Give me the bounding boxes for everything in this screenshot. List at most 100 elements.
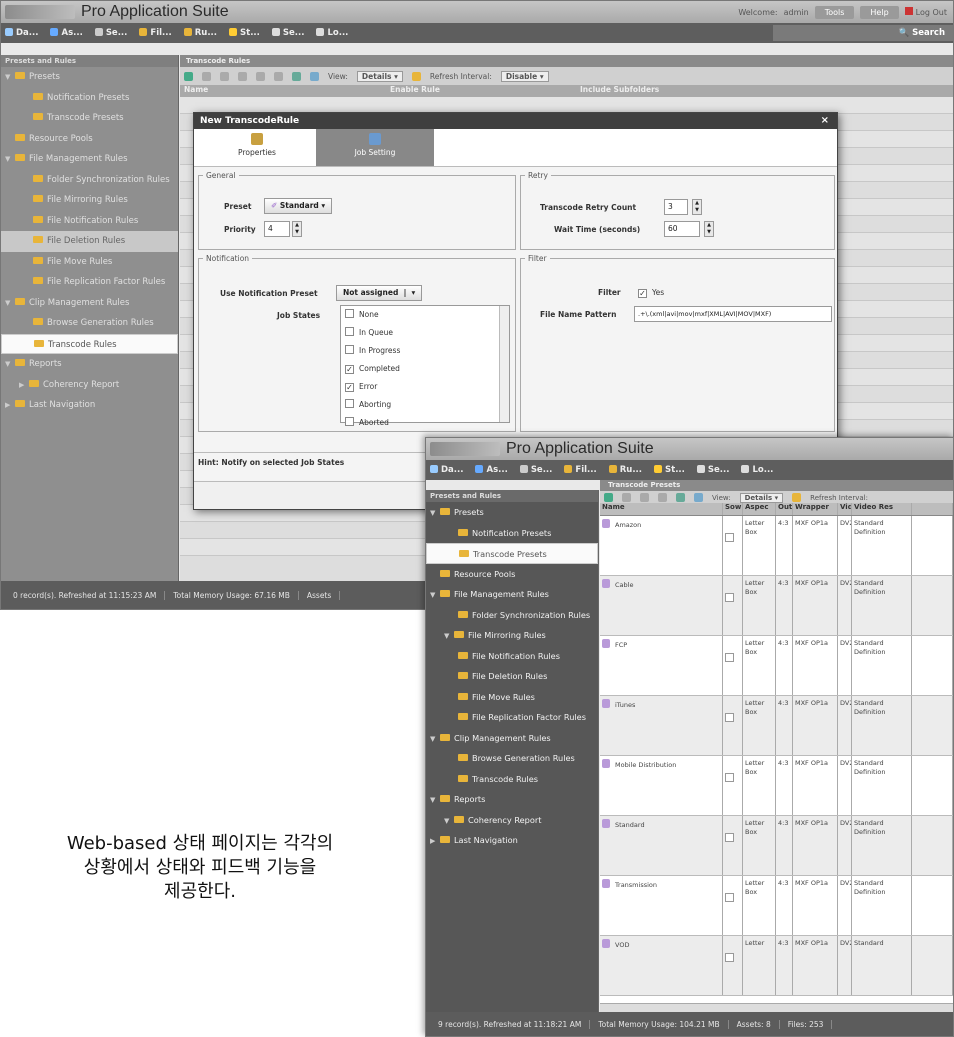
sidebar-item-clip-management[interactable]: ▼ Clip Management Rules xyxy=(1,293,178,314)
table-row[interactable]: AmazonLetter Box4:3MXF OP1aDV25Standard … xyxy=(600,516,953,576)
sidebar-item-file-management-rules[interactable]: ▼ File Management Rules xyxy=(426,584,598,605)
pause-icon[interactable] xyxy=(792,493,802,502)
refresh-icon[interactable] xyxy=(694,493,703,502)
job-state-error[interactable]: ✓ Error xyxy=(341,378,509,396)
notification-preset-select[interactable]: Not assigned | ▾ xyxy=(336,285,423,301)
table-row[interactable]: FCPLetter Box4:3MXF OP1aDV25Standard Def… xyxy=(600,636,953,696)
new-icon[interactable] xyxy=(184,71,193,81)
menu-item-dashboard[interactable]: Da... xyxy=(430,465,463,475)
menu-item-files[interactable]: Fil... xyxy=(564,465,597,475)
sidebar-item-last-navigation[interactable]: ▶ Last Navigation xyxy=(1,395,178,416)
sidebar-item-coherency-report[interactable]: ▶ Coherency Report xyxy=(1,375,178,396)
menu-item-assets[interactable]: As... xyxy=(50,28,83,38)
table-row[interactable]: Mobile Distribution Letter Box 4:3 MXF OP1a… xyxy=(600,756,953,816)
copy-icon[interactable] xyxy=(202,71,211,81)
filter-icon[interactable] xyxy=(676,493,685,502)
job-state-aborting[interactable]: Aborting xyxy=(341,396,509,414)
table-row[interactable]: TransmissionLetter Box4:3MXF OP1aDV25Sta… xyxy=(600,876,953,936)
user-name[interactable]: admin xyxy=(784,8,809,17)
sidebar-item-file-mirroring[interactable]: ▼ File Mirroring Rules xyxy=(426,625,598,646)
retry-count-stepper[interactable]: ▲ ▼ xyxy=(692,199,702,215)
sidebar-item-file-move[interactable]: File Move Rules xyxy=(426,687,598,708)
col-video[interactable]: Vide xyxy=(838,503,852,515)
priority-input[interactable]: 4 xyxy=(264,221,290,237)
import-icon[interactable] xyxy=(256,71,265,81)
sidebar-item-reports[interactable]: ▼ Reports xyxy=(426,789,598,810)
export-icon[interactable] xyxy=(274,71,283,81)
priority-stepper[interactable]: ▲ ▼ xyxy=(292,221,302,237)
scrollbar[interactable] xyxy=(499,306,509,422)
table-row[interactable]: CableLetter Box4:3MXF OP1aDV25Standard D… xyxy=(600,576,953,636)
sidebar-item-file-deletion[interactable]: File Deletion Rules xyxy=(1,231,178,252)
menu-item-rules[interactable]: Ru... xyxy=(183,28,217,38)
sidebar-item-last-navigation[interactable]: ▶ Last Navigation xyxy=(426,830,598,851)
tools-button[interactable]: Tools xyxy=(814,5,855,19)
menu-item-status[interactable]: St... xyxy=(229,28,260,38)
menu-item-settings[interactable]: Se... xyxy=(696,465,729,475)
sidebar-item-transcode-rules[interactable]: Transcode Rules xyxy=(1,333,178,354)
pause-icon[interactable] xyxy=(411,71,421,81)
col-video-res[interactable]: Video Res xyxy=(852,503,912,515)
table-row[interactable]: iTunesLetter Box4:3MXF OP1aDV25Standard … xyxy=(600,696,953,756)
sidebar-item-notification-presets[interactable]: Notification Presets xyxy=(1,88,178,109)
sidebar-item-transcode-presets[interactable]: Transcode Presets xyxy=(426,543,598,564)
sidebar-item-presets[interactable]: ▼ Presets xyxy=(1,67,178,88)
menu-item-rules[interactable]: Ru... xyxy=(608,465,642,475)
menu-item-logs[interactable]: Lo... xyxy=(316,28,348,38)
new-icon[interactable] xyxy=(604,493,613,502)
sidebar-item-file-notification[interactable]: File Notification Rules xyxy=(1,211,178,232)
sidebar-item-file-management-rules[interactable]: ▼ File Management Rules xyxy=(1,149,178,170)
sidebar-item-file-replication[interactable]: File Replication Factor Rules xyxy=(426,707,598,728)
edit-icon[interactable] xyxy=(640,493,649,502)
delete-icon[interactable] xyxy=(658,493,667,502)
filter-icon[interactable] xyxy=(292,71,301,81)
col-name[interactable]: Name xyxy=(600,503,723,515)
tab-properties[interactable]: Properties xyxy=(198,129,316,166)
job-states-list[interactable]: None In Queue In Progress ✓ Completed ✓ Er… xyxy=(340,305,510,427)
sidebar-item-file-replication[interactable]: File Replication Factor Rules xyxy=(1,272,178,293)
help-button[interactable]: Help xyxy=(860,5,899,19)
col-enable-rule[interactable]: Enable Rule xyxy=(390,85,580,97)
col-include-subfolders[interactable]: Include Subfolders xyxy=(580,85,760,97)
filter-checkbox[interactable]: ✓ Yes xyxy=(638,288,664,298)
sidebar-item-presets[interactable]: ▼ Presets xyxy=(426,502,598,523)
wait-time-stepper[interactable]: ▲ ▼ xyxy=(704,221,714,237)
refresh-interval-select[interactable]: Disable ▾ xyxy=(500,70,549,82)
sidebar-item-browse-generation[interactable]: Browse Generation Rules xyxy=(426,748,598,769)
file-name-pattern-input[interactable]: .+\.(xml|avi|mov|mxf|XML|AVI|MOV|MXF) xyxy=(634,306,832,322)
menu-item-settings[interactable]: Se... xyxy=(271,28,304,38)
close-icon[interactable]: × xyxy=(821,113,829,129)
job-state-in-queue[interactable]: In Queue xyxy=(341,324,509,342)
job-state-completed[interactable]: ✓ Completed xyxy=(341,360,509,378)
sidebar-item-transcode-presets[interactable]: Transcode Presets xyxy=(1,108,178,129)
retry-count-input[interactable]: 3 xyxy=(664,199,688,215)
sidebar-item-resource-pools[interactable]: Resource Pools xyxy=(426,564,598,585)
menu-item-search[interactable]: Se... xyxy=(94,28,127,38)
table-row[interactable]: VODLetter4:3MXF OP1aDV25Standard xyxy=(600,936,953,996)
menu-item-status[interactable]: St... xyxy=(654,465,685,475)
edit-icon[interactable] xyxy=(220,71,229,81)
sidebar-item-file-notification[interactable]: File Notification Rules xyxy=(426,646,598,667)
wait-time-input[interactable]: 60 xyxy=(664,221,700,237)
col-name[interactable]: Name xyxy=(180,85,390,97)
job-state-in-progress[interactable]: In Progress xyxy=(341,342,509,360)
sidebar-item-clip-management[interactable]: ▼ Clip Management Rules xyxy=(426,728,598,749)
menu-item-files[interactable]: Fil... xyxy=(139,28,172,38)
logout-button[interactable]: Log Out xyxy=(904,7,947,17)
sidebar-item-resource-pools[interactable]: Resource Pools xyxy=(1,129,178,150)
delete-icon[interactable] xyxy=(238,71,247,81)
search-button[interactable]: 🔍 Search xyxy=(773,25,953,41)
sidebar-item-file-mirroring[interactable]: File Mirroring Rules xyxy=(1,190,178,211)
sidebar-item-folder-sync[interactable]: Folder Synchronization Rules xyxy=(1,170,178,191)
sidebar-item-transcode-rules[interactable]: Transcode Rules xyxy=(426,769,598,790)
copy-icon[interactable] xyxy=(622,493,631,502)
view-select[interactable]: Details ▾ xyxy=(739,492,784,503)
sidebar-item-reports[interactable]: ▼ Reports xyxy=(1,354,178,375)
sidebar-item-file-move[interactable]: File Move Rules xyxy=(1,252,178,273)
tab-job-setting[interactable]: Job Setting xyxy=(316,129,434,166)
sidebar-item-folder-sync[interactable]: Folder Synchronization Rules xyxy=(426,605,598,626)
view-select[interactable]: Details ▾ xyxy=(356,70,403,82)
col-aspect[interactable]: Aspec xyxy=(743,503,776,515)
job-state-aborted[interactable]: Aborted xyxy=(341,414,509,432)
menu-item-search[interactable]: Se... xyxy=(519,465,552,475)
